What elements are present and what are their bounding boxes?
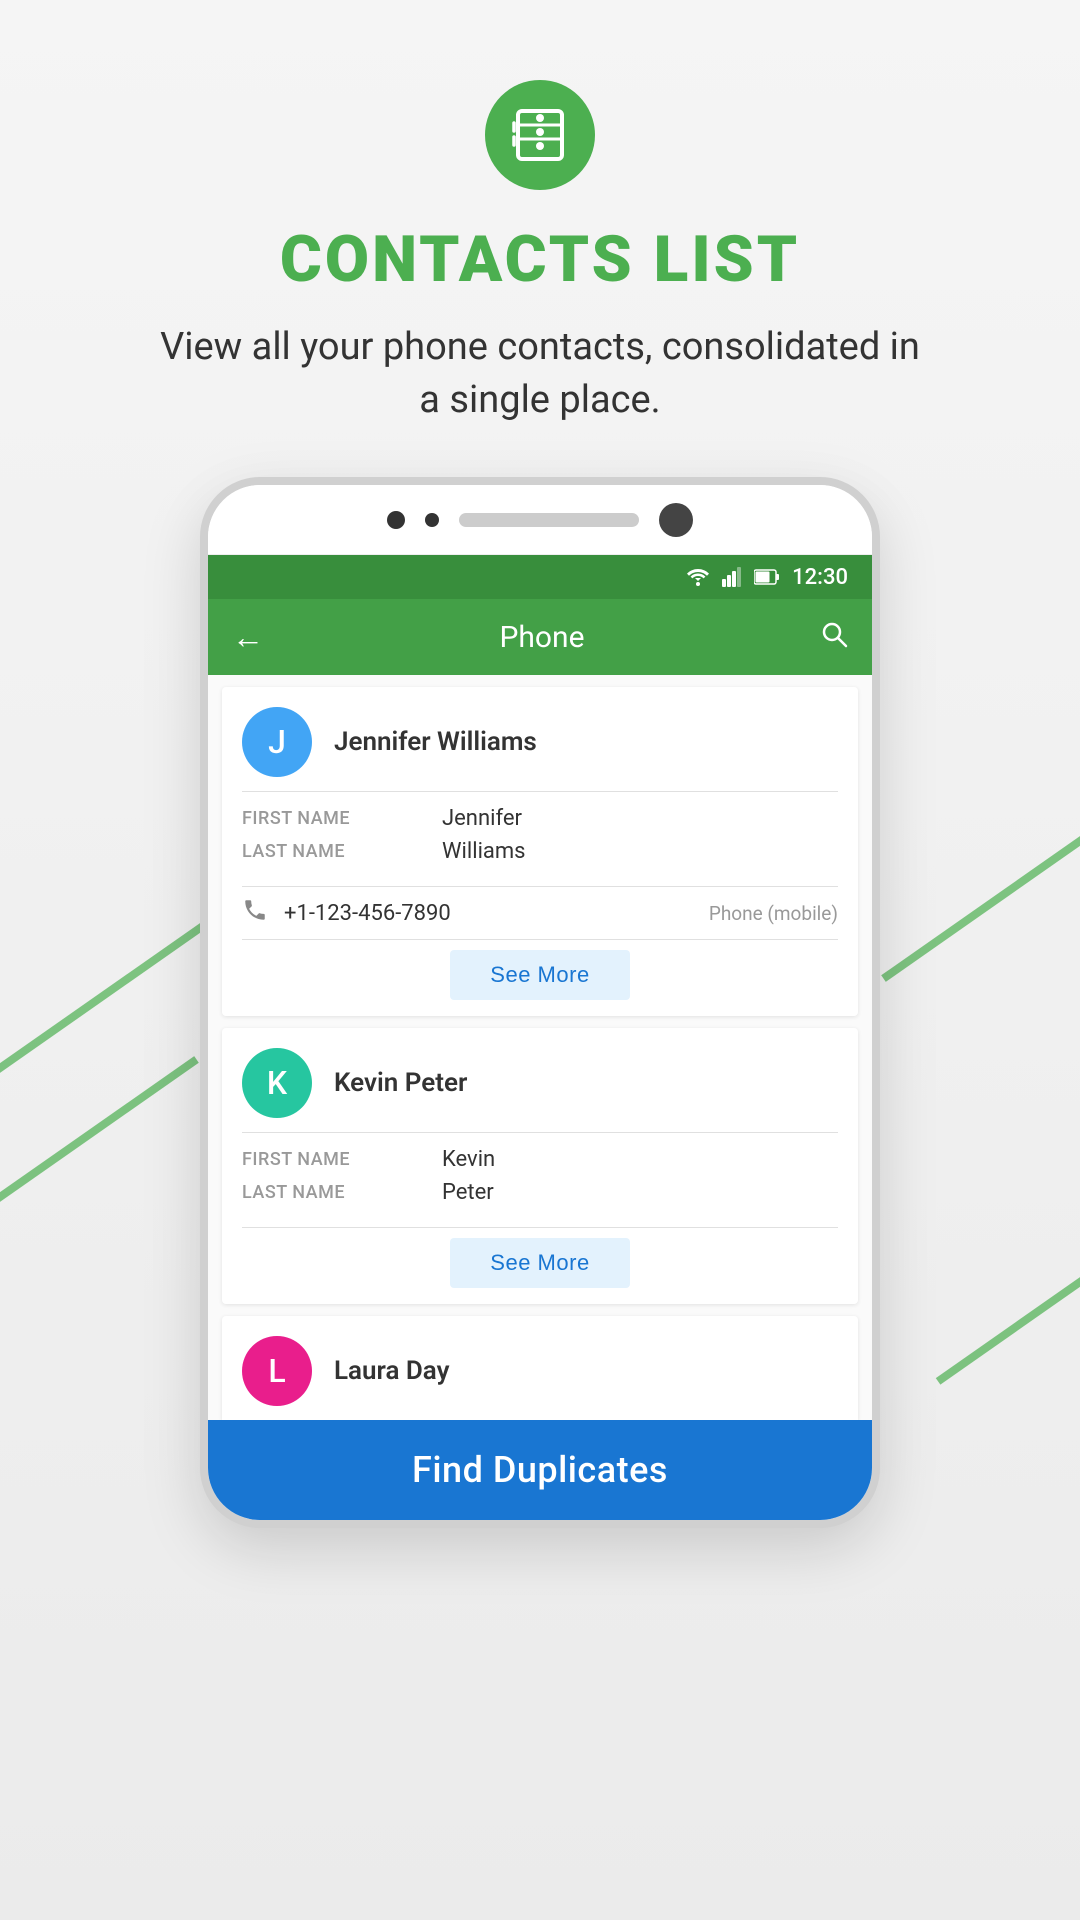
avatar: L <box>242 1336 312 1406</box>
app-icon-circle <box>485 80 595 190</box>
phone-camera <box>659 503 693 537</box>
page-content: CONTACTS LIST View all your phone contac… <box>0 0 1080 1920</box>
back-button[interactable]: ← <box>232 618 264 656</box>
search-icon <box>820 620 848 648</box>
see-more-row: See More <box>222 1228 858 1304</box>
phone-top-bar <box>208 485 872 555</box>
phone-type: Phone (mobile) <box>709 902 838 925</box>
contacts-book-icon <box>510 105 570 165</box>
field-value: Kevin <box>442 1147 495 1172</box>
contact-header: K Kevin Peter <box>222 1028 858 1132</box>
status-bar-right: 12:30 <box>686 565 848 590</box>
page-title: CONTACTS LIST <box>280 222 800 297</box>
status-bar: 12:30 <box>208 555 872 599</box>
find-duplicates-bar[interactable]: Find Duplicates <box>208 1420 872 1520</box>
status-time: 12:30 <box>792 565 848 590</box>
contact-header: J Jennifer Williams <box>222 687 858 791</box>
phone-icon <box>242 897 268 929</box>
phone-call-icon <box>242 897 268 923</box>
field-row: LAST NAME Williams <box>242 839 838 864</box>
field-row: FIRST NAME Kevin <box>242 1147 838 1172</box>
contact-name: Laura Day <box>334 1356 450 1386</box>
phone-mockup: 12:30 ← Phone J Jennifer Williams <box>200 477 880 1528</box>
avatar: J <box>242 707 312 777</box>
field-value: Jennifer <box>442 806 522 831</box>
contact-header: L Laura Day <box>222 1316 858 1420</box>
field-label: LAST NAME <box>242 1182 442 1203</box>
phone-row: +1-123-456-7890 Phone (mobile) <box>222 887 858 939</box>
signal-icon <box>722 567 742 587</box>
app-toolbar: ← Phone <box>208 599 872 675</box>
contact-card: J Jennifer Williams FIRST NAME Jennifer … <box>222 687 858 1016</box>
field-value: Williams <box>442 839 526 864</box>
see-more-button[interactable]: See More <box>450 950 629 1000</box>
toolbar-title: Phone <box>499 620 584 655</box>
phone-number: +1-123-456-7890 <box>284 901 693 926</box>
field-row: FIRST NAME Jennifer <box>242 806 838 831</box>
wifi-icon <box>686 567 710 587</box>
page-subtitle: View all your phone contacts, consolidat… <box>150 321 930 427</box>
contact-fields: FIRST NAME Kevin LAST NAME Peter <box>222 1133 858 1227</box>
contact-card-partial: L Laura Day <box>222 1316 858 1420</box>
contact-name: Jennifer Williams <box>334 727 537 757</box>
contact-name: Kevin Peter <box>334 1068 467 1098</box>
field-label: FIRST NAME <box>242 808 442 829</box>
search-button[interactable] <box>820 620 848 655</box>
avatar: K <box>242 1048 312 1118</box>
phone-dot-1 <box>387 511 405 529</box>
contacts-list: J Jennifer Williams FIRST NAME Jennifer … <box>208 675 872 1520</box>
field-value: Peter <box>442 1180 494 1205</box>
field-row: LAST NAME Peter <box>242 1180 838 1205</box>
find-duplicates-label: Find Duplicates <box>412 1449 668 1491</box>
field-label: LAST NAME <box>242 841 442 862</box>
see-more-button[interactable]: See More <box>450 1238 629 1288</box>
see-more-row: See More <box>222 940 858 1016</box>
battery-icon <box>754 569 780 585</box>
phone-speaker <box>459 513 639 527</box>
contact-card: K Kevin Peter FIRST NAME Kevin LAST NAME… <box>222 1028 858 1304</box>
top-section: CONTACTS LIST View all your phone contac… <box>150 0 930 427</box>
field-label: FIRST NAME <box>242 1149 442 1170</box>
contact-fields: FIRST NAME Jennifer LAST NAME Williams <box>222 792 858 886</box>
phone-dot-2 <box>425 513 439 527</box>
